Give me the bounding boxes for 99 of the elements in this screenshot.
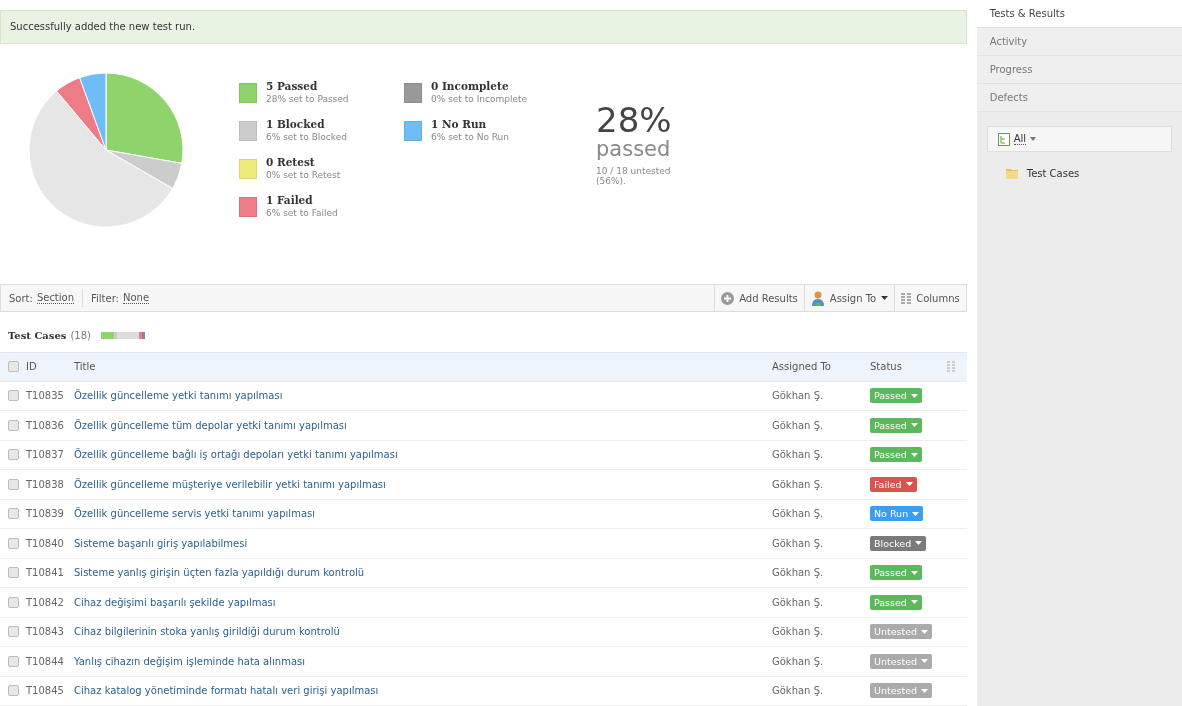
assignee: Gökhan Ş. <box>772 655 825 667</box>
progress-bar-drawing <box>101 331 145 339</box>
assignee: Gökhan Ş. <box>772 567 825 579</box>
row-checkbox[interactable] <box>7 685 19 697</box>
assignee: Gökhan Ş. <box>772 390 825 402</box>
test-title-link[interactable]: Özellik güncelleme müşteriye verilebilir yetki tanımı yapılması <box>74 478 386 490</box>
legend-subtitle: 0% set to Incomplete <box>431 94 528 104</box>
legend-subtitle: 6% set to No Run <box>431 132 509 142</box>
legend-subtitle: 6% set to Blocked <box>266 132 347 142</box>
test-id: T10835 <box>26 390 65 402</box>
assignee: Gökhan Ş. <box>772 478 825 490</box>
row-checkbox[interactable] <box>7 567 19 579</box>
assignee: Gökhan Ş. <box>772 626 825 638</box>
test-title-link[interactable]: Cihaz değişimi başarılı şekilde yapılması <box>74 596 276 608</box>
caret-icon <box>910 423 918 428</box>
test-id: T10843 <box>26 626 65 638</box>
test-id: T10842 <box>26 596 65 608</box>
test-title-link[interactable]: Yanlış cihazın değişim işleminde hata alınması <box>74 655 305 667</box>
success-notice: Successfully added the new test run. <box>0 10 967 44</box>
columns-icon <box>901 292 912 304</box>
tree-icon <box>997 132 1010 146</box>
filter-dropdown[interactable]: All <box>986 126 1172 152</box>
test-title-link[interactable]: Özellik güncelleme tüm depolar yetki tanımı yapılması <box>74 419 347 431</box>
test-title-link[interactable]: Özellik güncelleme yetki tanımı yapılması <box>74 390 283 402</box>
caret-icon <box>910 600 918 605</box>
test-title-link[interactable]: Cihaz bilgilerinin stoka yanlış girildiği durum kontrolü <box>74 626 340 638</box>
section-count: (18) <box>70 329 91 341</box>
assignee: Gökhan Ş. <box>772 537 825 549</box>
percent-value: 28% <box>596 102 673 138</box>
sidebar-tab[interactable]: Tests & Results <box>976 0 1182 28</box>
assignee: Gökhan Ş. <box>772 685 825 697</box>
filter-label: Filter: <box>91 292 119 304</box>
test-id: T10840 <box>26 537 65 549</box>
legend-title: 0 Retest <box>266 156 316 168</box>
sort-link[interactable]: Section <box>36 292 75 304</box>
test-title-link[interactable]: Özellik güncelleme bağlı iş ortağı depoları yetki tanımı yapılması <box>74 449 398 461</box>
assignee: Gökhan Ş. <box>772 449 825 461</box>
status-dropdown[interactable]: Blocked <box>870 535 927 551</box>
sort-label: Sort: <box>9 292 33 304</box>
add-results-button[interactable]: Add Results <box>714 285 804 311</box>
test-title-link[interactable]: Cihaz katalog yönetiminde formatı hatalı veri girişi yapılması <box>74 685 379 697</box>
test-id: T10838 <box>26 478 65 490</box>
filter-link[interactable]: None <box>123 292 150 304</box>
column-header[interactable]: ID <box>26 361 74 373</box>
caret-icon <box>1030 137 1037 141</box>
row-checkbox[interactable] <box>7 419 19 431</box>
caret-icon <box>910 452 918 457</box>
legend-subtitle: 0% set to Retest <box>266 170 341 180</box>
row-checkbox[interactable] <box>7 626 19 638</box>
row-checkbox[interactable] <box>7 478 19 490</box>
caret-icon <box>910 393 918 398</box>
tree-item[interactable]: Test Cases <box>1026 167 1080 179</box>
section-title: Test Cases <box>8 329 67 341</box>
test-id: T10837 <box>26 449 65 461</box>
plus-circle-icon <box>721 291 735 305</box>
caret-icon <box>910 570 918 575</box>
test-title-link[interactable]: Sisteme başarılı giriş yapılabilmesi <box>74 537 248 549</box>
caret-icon <box>921 629 929 634</box>
assignee: Gökhan Ş. <box>772 419 825 431</box>
person-icon <box>810 290 825 306</box>
legend-title: 5 Passed <box>266 80 319 92</box>
columns-button[interactable]: Columns <box>894 285 966 311</box>
test-title-link[interactable]: Sisteme yanlış girişin üçten fazla yapıldığı durum kontrolü <box>74 567 365 579</box>
legend-title: 1 No Run <box>431 118 488 130</box>
assign-to-button[interactable]: Assign To <box>803 285 895 311</box>
legend-title: 0 Incomplete <box>431 80 510 92</box>
test-id: T10845 <box>26 685 65 697</box>
caret-icon <box>921 659 929 664</box>
legend-subtitle: 28% set to Passed <box>266 94 349 104</box>
folder-icon <box>1004 166 1019 180</box>
test-id: T10844 <box>26 655 65 667</box>
row-checkbox[interactable] <box>7 596 19 608</box>
legend-title: 1 Failed <box>266 194 314 206</box>
columns-icon[interactable] <box>946 361 955 373</box>
row-checkbox[interactable] <box>7 537 19 549</box>
row-checkbox[interactable] <box>7 655 19 667</box>
legend-title: 1 Blocked <box>266 118 326 130</box>
column-header[interactable]: Title <box>74 361 772 373</box>
caret-icon <box>921 688 929 693</box>
row-checkbox[interactable] <box>7 390 19 402</box>
caret-icon <box>905 482 913 487</box>
untested-note: 10 / 18 untested (56%). <box>596 166 672 186</box>
caret-icon <box>881 296 889 300</box>
legend-subtitle: 6% set to Failed <box>266 208 338 218</box>
assignee: Gökhan Ş. <box>772 596 825 608</box>
caret-icon <box>912 511 920 516</box>
test-title-link[interactable]: Özellik güncelleme servis yetki tanımı yapılması <box>74 508 315 520</box>
test-id: T10839 <box>26 508 65 520</box>
select-all-checkbox[interactable] <box>7 361 19 373</box>
test-id: T10841 <box>26 567 65 579</box>
test-id: T10836 <box>26 419 65 431</box>
status-dropdown[interactable]: Failed <box>870 476 917 492</box>
caret-icon <box>915 541 923 546</box>
row-checkbox[interactable] <box>7 508 19 520</box>
column-header[interactable]: Status <box>870 361 950 373</box>
column-header[interactable]: Assigned To <box>772 361 870 373</box>
row-checkbox[interactable] <box>7 449 19 461</box>
assignee: Gökhan Ş. <box>772 508 825 520</box>
percent-label: passed <box>596 138 672 160</box>
